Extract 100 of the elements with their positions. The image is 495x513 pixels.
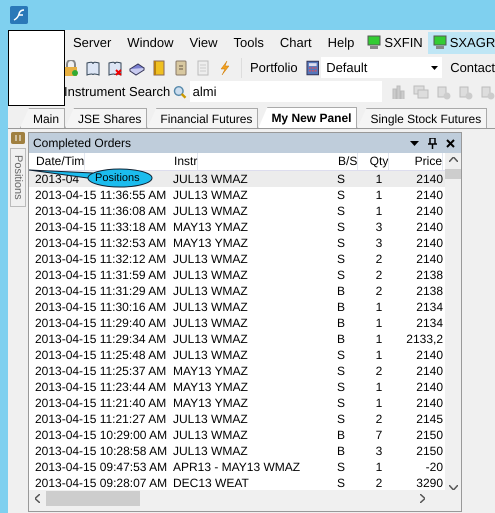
table-row[interactable]: 2013-04-15 11:36:55 AM JUL13 WMAZ S 1 2140 (29, 187, 445, 203)
book-icon[interactable] (85, 60, 101, 76)
table-row[interactable]: 2013-04-15 11:29:40 AM JUL13 WMAZ B 1 2134 (29, 315, 445, 331)
table-cell: JUL13 WMAZ (173, 315, 248, 331)
menu-item[interactable]: View (182, 32, 226, 54)
table-cell: JUL13 WMAZ (173, 299, 248, 315)
table-cell: 2013-04-15 11:36:08 AM (35, 203, 166, 219)
portfolio-dropdown[interactable]: Default (321, 57, 442, 78)
tab[interactable]: Single Stock Futures (357, 108, 488, 128)
table-row[interactable]: 2013-04-15 11:21:27 AM JUL13 WMAZ S 2 2145 (29, 411, 445, 427)
table-cell: S (337, 235, 346, 251)
app-logo-icon (10, 6, 28, 24)
scrollbar-thumb[interactable] (445, 169, 461, 179)
tab[interactable]: JSE Shares (65, 108, 148, 128)
table-cell: S (337, 219, 346, 235)
tab[interactable]: Main (20, 108, 66, 128)
table-cell: B (337, 315, 346, 331)
table-cell: 3 (376, 235, 382, 251)
table-row[interactable]: 2013-04-15 11:33:18 AM MAY13 YMAZ S 3 2140 (29, 219, 445, 235)
table-cell: MAY13 YMAZ (173, 395, 248, 411)
table-cell: 1 (376, 171, 382, 187)
table-row[interactable]: 2013-04-15 11:31:59 AM JUL13 WMAZ S 2 2138 (29, 267, 445, 283)
table-cell: 2140 (416, 395, 443, 411)
panel-title: Completed Orders (33, 136, 132, 150)
close-icon[interactable] (446, 138, 455, 148)
lock-icon[interactable] (65, 60, 79, 76)
search-icon[interactable] (173, 84, 187, 98)
column-header[interactable]: B/S (337, 153, 358, 170)
table-cell: JUL13 WMAZ (173, 203, 248, 219)
server-button[interactable]: SXFIN (362, 32, 428, 54)
table-cell: B (337, 427, 346, 443)
table-row[interactable]: 2013-04-15 10:28:58 AM JUL13 WMAZ B 3 2150 (29, 443, 445, 459)
scroll-right-icon[interactable] (420, 494, 425, 502)
table-row[interactable]: 2013-04-15 11:21:40 AM MAY13 YMAZ S 1 2140 (29, 395, 445, 411)
scroll-up-icon[interactable] (448, 157, 458, 162)
table-row[interactable]: 2013-04-15 11:36:08 AM JUL13 WMAZ S 1 2140 (29, 203, 445, 219)
table-cell: 2 (376, 267, 382, 283)
table-row[interactable]: 2013-04-15 11:23:44 AM MAY13 YMAZ S 1 2140 (29, 379, 445, 395)
table-cell: 2140 (416, 363, 443, 379)
dropdown-icon[interactable] (410, 140, 419, 146)
table-cell: S (337, 379, 346, 395)
tooltip-text: Positions (95, 171, 140, 185)
table-row[interactable]: 2013-04-15 11:30:16 AM JUL13 WMAZ B 1 2134 (29, 299, 445, 315)
table-row[interactable]: 2013-04-15 11:31:29 AM JUL13 WMAZ B 2 2138 (29, 283, 445, 299)
scroll-down-icon[interactable] (448, 485, 458, 490)
table-cell: JUL13 WMAZ (173, 267, 248, 283)
column-header[interactable]: Price (414, 153, 443, 170)
contact-label: Contact (450, 60, 495, 75)
menu-item[interactable]: Chart (272, 32, 320, 54)
book-delete-icon[interactable] (107, 60, 123, 76)
table-cell: 1 (376, 299, 382, 315)
scroll-left-icon[interactable] (35, 494, 40, 502)
column-header[interactable]: Instr (173, 153, 198, 170)
table-cell: S (337, 187, 346, 203)
table-cell: 7 (376, 427, 382, 443)
table-cell: S (337, 363, 346, 379)
table-cell: 2150 (416, 443, 443, 459)
menu-item[interactable]: Window (119, 32, 182, 54)
notebook-icon[interactable] (151, 60, 167, 76)
table-cell: JUL13 WMAZ (173, 411, 248, 427)
table-cell: 2 (376, 251, 382, 267)
table-row[interactable]: 2013-04-15 11:25:48 AM JUL13 WMAZ S 1 2140 (29, 347, 445, 363)
column-header[interactable]: Qty (368, 153, 390, 170)
table-cell: 2134 (416, 299, 443, 315)
table-cell: 2133,2 (406, 331, 443, 347)
table-cell: JUL13 WMAZ (173, 331, 248, 347)
table-cell: 1 (376, 459, 382, 475)
panel-icon[interactable] (11, 132, 25, 144)
table-row[interactable]: 2013-04-15 09:28:07 AM DEC13 WEAT S 2 3290 (29, 475, 445, 490)
table-cell: JUL13 WMAZ (173, 427, 248, 443)
tab[interactable]: Financial Futures (147, 108, 258, 128)
table-cell: 2013-04-15 11:21:40 AM (35, 395, 166, 411)
table-cell: 2013-04-15 11:29:34 AM (35, 331, 166, 347)
side-tab[interactable]: Positions (10, 148, 26, 207)
table-cell: 2138 (416, 283, 443, 299)
table-row[interactable]: 2013-04-15 11:25:37 AM MAY13 YMAZ S 2 2140 (29, 363, 445, 379)
table-row[interactable]: 2013-04-15 11:32:12 AM JUL13 WMAZ S 2 2140 (29, 251, 445, 267)
table-cell: 2013-04-15 11:30:16 AM (35, 299, 166, 315)
table-row[interactable]: 2013-04-15 11:29:34 AM JUL13 WMAZ B 1 2133,2 (29, 331, 445, 347)
table-cell: MAY13 YMAZ (173, 219, 248, 235)
table-row[interactable]: 2013-04-15 10:29:00 AM JUL13 WMAZ B 7 2150 (29, 427, 445, 443)
monitor-icon (432, 35, 447, 50)
table-cell: JUL13 WMAZ (173, 251, 248, 267)
table-cell: 1 (376, 395, 382, 411)
menu-item[interactable]: Help (320, 32, 362, 54)
menu-item[interactable]: Tools (226, 32, 272, 54)
tab[interactable]: My New Panel (258, 107, 358, 128)
table-row[interactable]: 2013-04-15 11:32:53 AM MAY13 YMAZ S 3 2140 (29, 235, 445, 251)
table-row[interactable]: 2013-04-15 09:47:53 AM APR13 - MAY13 WMAZ S 1 -20 (29, 459, 445, 475)
table-cell: 1 (376, 347, 382, 363)
table-cell: 2140 (416, 235, 443, 251)
search-field[interactable]: almi (190, 81, 382, 102)
menu-item[interactable]: Server (65, 32, 120, 54)
server-button[interactable]: SXAGR (428, 32, 495, 54)
table-cell: S (337, 395, 346, 411)
table-cell: 2 (376, 283, 382, 299)
table-cell: 2013-04-15 09:28:07 AM (35, 475, 168, 490)
ledger-icon[interactable] (173, 60, 189, 76)
scrollbar-thumb[interactable] (46, 490, 140, 506)
pin-icon[interactable] (428, 138, 437, 148)
